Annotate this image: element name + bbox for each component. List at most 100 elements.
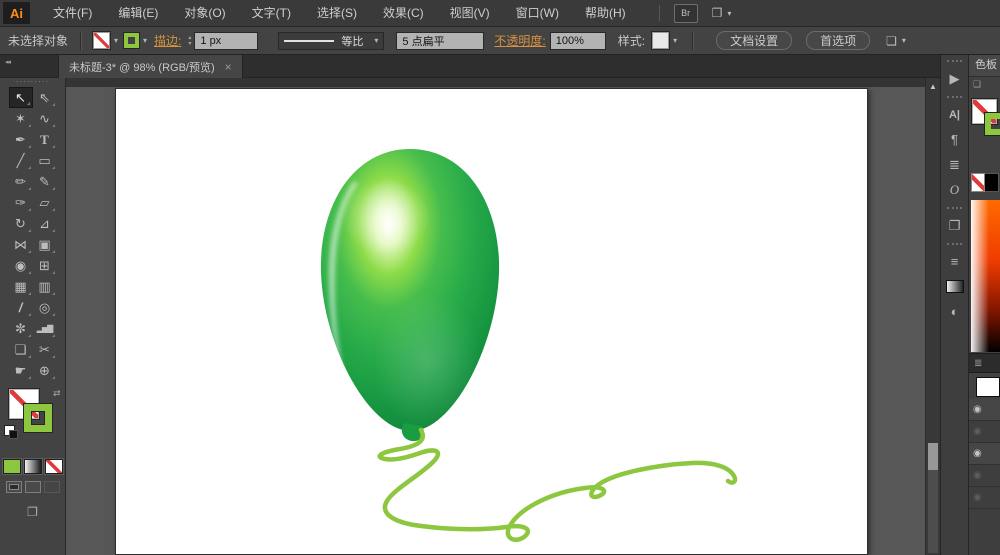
color-mode-button[interactable] bbox=[2, 459, 21, 474]
opacity-combo[interactable]: 100% ▾ bbox=[549, 31, 606, 50]
layer-thumbnail[interactable] bbox=[976, 377, 1000, 397]
layers-panel-tab[interactable]: ≣ bbox=[969, 353, 1000, 373]
stroke-panel-link[interactable]: 描边: bbox=[154, 32, 181, 49]
tool-type[interactable]: T bbox=[33, 129, 57, 150]
dock-icon-actions-panel[interactable]: ▶ bbox=[947, 60, 962, 91]
layer-row-1[interactable]: ◉ bbox=[969, 399, 1000, 421]
draw-behind-button[interactable] bbox=[24, 481, 41, 493]
stroke-color-swatch[interactable] bbox=[24, 404, 52, 432]
tool-pen[interactable]: ✒ bbox=[9, 129, 33, 150]
swap-fill-stroke-icon[interactable]: ⇄ bbox=[53, 388, 61, 399]
tool-gradient[interactable]: ▥ bbox=[33, 276, 57, 297]
stroke-width-stepper[interactable]: ▴ ▾ bbox=[188, 35, 191, 47]
tool-perspective-grid[interactable]: ⊞ bbox=[33, 255, 57, 276]
opacity-link[interactable]: 不透明度: bbox=[494, 32, 545, 49]
toolbar-collapse-icon[interactable]: ◂◂ bbox=[5, 58, 11, 66]
menu-file[interactable]: 文件(F) bbox=[40, 0, 105, 27]
preferences-button[interactable]: 首选项 bbox=[806, 31, 871, 50]
width-profile-combo[interactable]: 等比 ▾ bbox=[278, 31, 385, 50]
scrollbar-thumb[interactable] bbox=[928, 443, 938, 470]
dock-icon-appearance-panel[interactable]: O bbox=[941, 177, 968, 202]
tab-close-icon[interactable]: × bbox=[225, 60, 232, 74]
tool-direct-selection[interactable]: ⇖ bbox=[33, 87, 57, 108]
panel-stroke-proxy[interactable] bbox=[985, 113, 1000, 135]
visibility-eye-icon[interactable]: ◉ bbox=[973, 404, 982, 415]
draw-inside-button[interactable] bbox=[43, 481, 60, 493]
tool-blob-brush[interactable]: ✑ bbox=[9, 192, 33, 213]
menu-type[interactable]: 文字(T) bbox=[239, 0, 304, 27]
dock-icon-transparency-panel[interactable]: ◐ bbox=[941, 299, 968, 324]
balloon-string[interactable] bbox=[377, 427, 738, 542]
none-mode-button[interactable] bbox=[44, 459, 63, 474]
tool-scale[interactable]: ⊿ bbox=[33, 213, 57, 234]
tool-paintbrush[interactable]: ✏ bbox=[9, 171, 33, 192]
tool-pencil[interactable]: ✎ bbox=[33, 171, 57, 192]
tool-blend[interactable]: ◎ bbox=[33, 297, 57, 318]
menu-object[interactable]: 对象(O) bbox=[171, 0, 238, 27]
control-panel-menu[interactable]: ❏ ▾ bbox=[886, 34, 906, 48]
menu-effect[interactable]: 效果(C) bbox=[370, 0, 437, 27]
tool-hand[interactable]: ☛ bbox=[9, 360, 33, 381]
tool-mesh[interactable]: ▦ bbox=[9, 276, 33, 297]
menu-edit[interactable]: 编辑(E) bbox=[105, 0, 171, 27]
document-setup-button[interactable]: 文档设置 bbox=[716, 31, 793, 50]
tool-eyedropper[interactable]: / bbox=[9, 297, 33, 318]
layer-row-2[interactable]: ◉ bbox=[969, 421, 1000, 443]
tool-width[interactable]: ⋈ bbox=[9, 234, 33, 255]
vertical-scrollbar[interactable]: ▲ bbox=[925, 78, 940, 555]
tool-magic-wand[interactable]: ✶ bbox=[9, 108, 33, 129]
visibility-eye-icon[interactable]: ◉ bbox=[973, 448, 982, 459]
tool-artboard[interactable]: ❏ bbox=[9, 339, 33, 360]
document-tab[interactable]: 未标题-3* @ 98% (RGB/预览) × bbox=[58, 55, 243, 78]
default-fill-stroke-icon[interactable] bbox=[4, 425, 18, 439]
style-dropdown[interactable]: ▾ bbox=[652, 32, 677, 49]
dock-icon-paragraph-panel[interactable]: ¶ bbox=[941, 127, 968, 152]
bridge-button[interactable]: Br bbox=[673, 3, 698, 23]
visibility-eye-icon[interactable]: ◉ bbox=[973, 426, 982, 437]
fill-color-dropdown[interactable]: ▾ bbox=[93, 32, 118, 49]
scroll-up-icon[interactable]: ▲ bbox=[926, 78, 940, 91]
tool-line-segment[interactable]: ╱ bbox=[9, 150, 33, 171]
tool-shape-builder[interactable]: ◉ bbox=[9, 255, 33, 276]
tool-column-graph[interactable]: ▂▅▇ bbox=[33, 318, 57, 339]
swatches-panel-title[interactable]: 色板 bbox=[969, 55, 1000, 77]
gradient-mode-button[interactable] bbox=[23, 459, 42, 474]
none-swatch[interactable] bbox=[971, 173, 985, 192]
dock-icon-opentype-panel[interactable]: ≣ bbox=[941, 152, 968, 177]
step-down-icon[interactable]: ▾ bbox=[188, 41, 191, 47]
dock-icon-stroke-panel[interactable]: ≡ bbox=[947, 243, 962, 274]
canvas-area[interactable] bbox=[66, 78, 925, 555]
tool-rectangle[interactable]: ▭ bbox=[33, 150, 57, 171]
tool-selection[interactable]: ↖ bbox=[8, 87, 33, 108]
tool-free-transform[interactable]: ▣ bbox=[33, 234, 57, 255]
stroke-profile-preview bbox=[284, 39, 335, 42]
draw-normal-button[interactable] bbox=[5, 481, 22, 493]
none-and-black-swatches[interactable] bbox=[971, 173, 999, 192]
menu-select[interactable]: 选择(S) bbox=[304, 0, 370, 27]
workspace-switcher[interactable]: ❐ ▾ bbox=[712, 6, 732, 20]
dock-icon-graphic-styles-panel[interactable]: ❐ bbox=[947, 207, 962, 238]
tool-slice[interactable]: ✂ bbox=[33, 339, 57, 360]
menu-help[interactable]: 帮助(H) bbox=[572, 0, 639, 27]
black-swatch[interactable] bbox=[985, 173, 999, 192]
brush-definition-combo[interactable]: 5 点扁平 ▾ bbox=[396, 31, 485, 50]
layer-row-5[interactable]: ◉ bbox=[969, 487, 1000, 509]
menu-view[interactable]: 视图(V) bbox=[437, 0, 503, 27]
tool-eraser[interactable]: ▱ bbox=[33, 192, 57, 213]
visibility-eye-icon[interactable]: ◉ bbox=[973, 492, 982, 503]
stroke-width-combo[interactable]: 1 px ▾ bbox=[194, 31, 259, 50]
stroke-color-dropdown[interactable]: ▾ bbox=[124, 33, 147, 48]
dock-icon-character-panel[interactable]: A| bbox=[947, 96, 962, 127]
color-spectrum[interactable] bbox=[971, 200, 1000, 352]
visibility-eye-icon[interactable]: ◉ bbox=[973, 470, 982, 481]
screen-mode-button[interactable]: ❐ bbox=[0, 505, 65, 519]
tool-lasso[interactable]: ∿ bbox=[33, 108, 57, 129]
layer-row-4[interactable]: ◉ bbox=[969, 465, 1000, 487]
tool-symbol-sprayer[interactable]: ✼ bbox=[9, 318, 33, 339]
panel-drag-handle[interactable]: ········· bbox=[0, 79, 65, 85]
tool-rotate[interactable]: ↻ bbox=[9, 213, 33, 234]
dock-icon-gradient-panel[interactable] bbox=[941, 274, 968, 299]
tool-zoom[interactable]: ⊕ bbox=[33, 360, 57, 381]
menu-window[interactable]: 窗口(W) bbox=[503, 0, 572, 27]
layer-row-3[interactable]: ◉ bbox=[969, 443, 1000, 465]
